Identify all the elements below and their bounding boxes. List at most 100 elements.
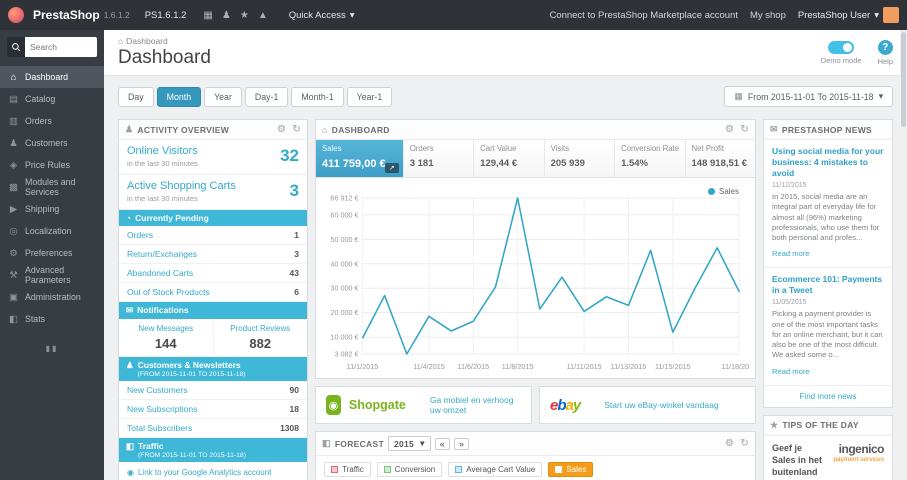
shop-name[interactable]: PS1.6.1.2 <box>145 10 187 21</box>
svg-text:11/11/2015: 11/11/2015 <box>567 362 602 371</box>
dashboard-icon: ⌂ <box>322 124 328 135</box>
read-more-link[interactable]: Read more <box>772 367 810 376</box>
customers-icon[interactable]: ♟ <box>222 10 231 21</box>
quick-access-menu[interactable]: Quick Access ▾ <box>289 10 355 21</box>
forecast-traffic-toggle[interactable]: Traffic <box>324 462 371 477</box>
sidebar-item-advanced-parameters[interactable]: ⚒ Advanced Parameters <box>0 264 104 286</box>
chart-icon: ◧ <box>126 441 135 451</box>
svg-text:10 000 €: 10 000 € <box>330 332 358 341</box>
checkbox-icon <box>555 466 563 473</box>
google-analytics-link[interactable]: ◉ Link to your Google Analytics account <box>119 462 307 480</box>
vertical-scrollbar[interactable] <box>900 30 907 480</box>
product-reviews-cell[interactable]: Product Reviews 882 <box>212 319 308 356</box>
kpi-tab-conversion-rate[interactable]: Conversion Rate 1.54% <box>615 140 686 177</box>
traffic-header: ◧ Traffic (FROM 2015-11-01 TO 2015-11-18… <box>119 438 307 462</box>
gear-icon[interactable]: ⚙ <box>725 438 734 449</box>
shopgate-logo-icon: ◉ <box>326 395 341 415</box>
administration-icon: ▣ <box>9 291 18 303</box>
price-tag-icon: ◈ <box>9 159 18 171</box>
sidebar-item-localization[interactable]: ◎ Localization <box>0 220 104 242</box>
refresh-icon[interactable]: ↻ <box>740 124 749 135</box>
total-subscribers-row[interactable]: Total Subscribers 1308 <box>119 419 307 438</box>
new-messages-cell[interactable]: New Messages 144 <box>119 319 213 356</box>
find-more-news-link[interactable]: Find more news <box>764 386 892 407</box>
expand-icon[interactable]: ↗ <box>384 163 399 173</box>
sidebar-collapse-icon[interactable]: ▮▮ <box>0 344 104 353</box>
sidebar-search <box>7 37 97 57</box>
help-icon[interactable]: ? <box>877 39 893 55</box>
star-icon[interactable]: ★ <box>240 10 249 21</box>
forecast-prev-button[interactable]: « <box>434 437 450 450</box>
news-article-date: 11/05/2015 <box>772 299 807 307</box>
upgrade-icon[interactable]: ▲ <box>258 10 268 21</box>
pending-returns-row[interactable]: Return/Exchanges 3 <box>119 245 307 264</box>
kpi-tab-visits[interactable]: Visits 205 939 <box>544 140 616 177</box>
topbar: PrestaShop 1.6.1.2 PS1.6.1.2 ▦ ♟ ★ ▲ Qui… <box>0 0 907 30</box>
forecast-icon: ◧ <box>322 438 331 448</box>
shopgate-promo: ◉ Shopgate Ga mobiel en verhoog uw omzet <box>315 386 532 424</box>
gear-icon[interactable]: ⚙ <box>277 124 286 135</box>
kpi-tab-sales[interactable]: Sales 411 759,00 € ↗ <box>316 140 404 177</box>
abandoned-carts-row[interactable]: Abandoned Carts 43 <box>119 264 307 283</box>
kpi-tab-orders[interactable]: Orders 3 181 <box>403 140 475 177</box>
my-shop-link[interactable]: My shop <box>750 10 786 21</box>
date-range-picker[interactable]: ▦ From 2015-11-01 To 2015-11-18 ▾ <box>724 86 893 107</box>
sidebar-item-catalog[interactable]: ▤ Catalog <box>0 88 104 110</box>
search-icon <box>7 37 25 57</box>
sidebar-item-administration[interactable]: ▣ Administration <box>0 286 104 308</box>
gear-icon: ⚙ <box>9 247 18 259</box>
brand-version: 1.6.1.2 <box>103 10 130 20</box>
range-day-1-button[interactable]: Day-1 <box>244 86 289 107</box>
refresh-icon[interactable]: ↻ <box>292 124 301 135</box>
tips-of-the-day-panel: ★ TIPS OF THE DAY Geef je Sales in het b… <box>763 414 893 480</box>
notifications-header: ✉ Notifications <box>119 302 307 319</box>
search-input[interactable] <box>25 37 97 57</box>
svg-text:50 000 €: 50 000 € <box>330 235 358 244</box>
sidebar-item-preferences[interactable]: ⚙ Preferences <box>0 242 104 264</box>
range-month-1-button[interactable]: Month-1 <box>291 86 344 107</box>
person-icon: ♟ <box>126 360 134 370</box>
kpi-tab-net-profit[interactable]: Net Profit 148 918,51 € <box>685 140 755 177</box>
news-article-title[interactable]: Ecommerce 101: Payments in a Tweet <box>772 274 884 296</box>
ebay-link[interactable]: Start uw eBay-winkel vandaag <box>604 400 718 410</box>
pending-orders-row[interactable]: Orders 1 <box>119 226 307 245</box>
sidebar-item-modules[interactable]: ▩ Modules and Services <box>0 176 104 198</box>
refresh-icon[interactable]: ↻ <box>740 438 749 449</box>
out-of-stock-row[interactable]: Out of Stock Products 6 <box>119 283 307 302</box>
scrollbar-thumb[interactable] <box>901 32 906 127</box>
user-menu[interactable]: PrestaShop User ▾ <box>798 7 899 23</box>
forecast-conversion-toggle[interactable]: Conversion <box>376 462 443 477</box>
demo-mode-toggle[interactable] <box>828 40 855 54</box>
activity-overview-panel: ♟ ACTIVITY OVERVIEW ⚙ ↻ Online Visitors … <box>118 119 308 480</box>
sidebar-item-orders[interactable]: ▥ Orders <box>0 110 104 132</box>
range-day-button[interactable]: Day <box>118 86 154 107</box>
sidebar-item-shipping[interactable]: ▶ Shipping <box>0 198 104 220</box>
range-year-button[interactable]: Year <box>204 86 242 107</box>
forecast-next-button[interactable]: » <box>453 437 470 450</box>
svg-text:3 082 €: 3 082 € <box>334 349 358 358</box>
sidebar-item-customers[interactable]: ♟ Customers <box>0 132 104 154</box>
new-subscriptions-row[interactable]: New Subscriptions 18 <box>119 400 307 419</box>
sidebar-item-stats[interactable]: ◧ Stats <box>0 308 104 330</box>
new-customers-row[interactable]: New Customers 90 <box>119 381 307 400</box>
sidebar-item-price-rules[interactable]: ◈ Price Rules <box>0 154 104 176</box>
shopgate-link[interactable]: Ga mobiel en verhoog uw omzet <box>430 395 521 415</box>
svg-text:11/13/2015: 11/13/2015 <box>611 362 647 371</box>
kpi-tab-cart-value[interactable]: Cart Value 129,44 € <box>474 140 545 177</box>
cart-icon[interactable]: ▦ <box>203 10 212 21</box>
forecast-avg-cart-toggle[interactable]: Average Cart Value <box>448 462 543 477</box>
news-article-title[interactable]: Using social media for your business: 4 … <box>772 146 884 179</box>
svg-text:11/15/2015: 11/15/2015 <box>655 362 691 371</box>
range-month-button[interactable]: Month <box>156 86 202 107</box>
forecast-sales-toggle[interactable]: Sales <box>548 462 594 477</box>
read-more-link[interactable]: Read more <box>772 249 810 258</box>
prestashop-news-panel: ✉ PRESTASHOP NEWS Using social media for… <box>763 119 893 408</box>
marketplace-link[interactable]: Connect to PrestaShop Marketplace accoun… <box>549 10 738 21</box>
chart-legend[interactable]: Sales <box>707 187 739 196</box>
gear-icon[interactable]: ⚙ <box>725 124 734 135</box>
svg-text:60 000 €: 60 000 € <box>330 210 358 219</box>
range-year-1-button[interactable]: Year-1 <box>346 86 393 107</box>
sidebar-item-dashboard[interactable]: ⌂ Dashboard <box>0 66 104 88</box>
activity-panel-title: ACTIVITY OVERVIEW <box>137 124 230 135</box>
forecast-year-select[interactable]: 2015 ▾ <box>387 436 431 451</box>
